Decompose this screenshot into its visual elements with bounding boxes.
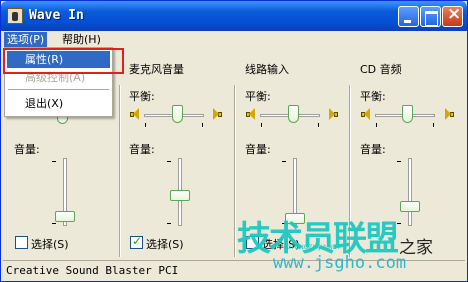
menu-bar: 选项(P) 帮助(H): [2, 31, 466, 48]
select-checkbox[interactable]: [130, 234, 143, 249]
balance-label: 平衡:: [129, 90, 155, 103]
balance-slider-thumb[interactable]: [172, 105, 183, 123]
highlight-annotation-box: [3, 48, 124, 74]
menu-separator: [8, 89, 109, 90]
maximize-button[interactable]: [420, 6, 441, 27]
volume-slider-track[interactable]: [408, 158, 412, 226]
title-bar[interactable]: Wave In: [1, 1, 467, 31]
speaker-icon: [361, 108, 372, 121]
volume-slider-thumb[interactable]: [55, 211, 75, 222]
minimize-button[interactable]: [398, 6, 419, 27]
column-title-line-in: 线路输入: [245, 63, 289, 76]
speaker-icon: [246, 108, 257, 121]
slider-tick: [318, 123, 319, 127]
select-checkbox[interactable]: [246, 236, 259, 249]
volume-label: 音量:: [14, 143, 40, 156]
slider-tick: [397, 161, 401, 162]
select-checkbox-label[interactable]: 选择(S): [31, 236, 69, 252]
balance-label: 平衡:: [360, 90, 386, 103]
menu-item-exit[interactable]: 退出(X): [7, 95, 110, 112]
select-checkbox-label[interactable]: 选择(S): [146, 236, 184, 252]
slider-tick: [397, 223, 401, 224]
column-divider: [119, 85, 121, 257]
speaker-icon: [327, 108, 338, 121]
select-checkbox[interactable]: [15, 236, 28, 249]
select-checkbox-label[interactable]: 选择(S): [262, 236, 300, 252]
speaker-icon: [211, 108, 222, 121]
slider-tick: [282, 161, 286, 162]
slider-tick: [433, 123, 434, 127]
slider-tick: [261, 123, 262, 127]
column-title-cd-audio: CD 音频: [360, 63, 402, 76]
app-icon[interactable]: [7, 8, 23, 24]
balance-label: 平衡:: [245, 90, 271, 103]
slider-tick: [167, 223, 171, 224]
speaker-icon: [130, 108, 141, 121]
volume-slider-thumb[interactable]: [285, 213, 305, 224]
volume-slider-thumb[interactable]: [170, 190, 190, 201]
volume-slider-thumb[interactable]: [400, 201, 420, 212]
balance-slider-thumb[interactable]: [402, 105, 413, 123]
menu-options[interactable]: 选项(P): [4, 32, 48, 47]
volume-label: 音量:: [360, 143, 386, 156]
mixer-window: Wave In 选项(P) 帮助(H) 麦克风音量 线路输入 CD 音频 平衡:…: [0, 0, 468, 282]
status-bar: Creative Sound Blaster PCI: [3, 260, 465, 279]
balance-slider-thumb[interactable]: [288, 105, 299, 123]
volume-label: 音量:: [245, 143, 271, 156]
column-title-microphone: 麦克风音量: [129, 63, 184, 76]
window-title: Wave In: [29, 8, 84, 23]
slider-tick: [145, 123, 146, 127]
menu-help[interactable]: 帮助(H): [59, 32, 104, 47]
close-button[interactable]: [442, 4, 463, 27]
watermark-main-text: 技术员联盟: [237, 219, 399, 259]
volume-label: 音量:: [129, 143, 155, 156]
slider-tick: [52, 223, 56, 224]
column-divider: [234, 85, 236, 257]
slider-tick: [202, 123, 203, 127]
slider-tick: [52, 161, 56, 162]
column-divider: [349, 85, 351, 257]
status-text: Creative Sound Blaster PCI: [6, 264, 179, 277]
watermark-side-text: 之家: [399, 238, 433, 258]
speaker-icon: [443, 108, 454, 121]
slider-tick: [376, 123, 377, 127]
slider-tick: [167, 161, 171, 162]
